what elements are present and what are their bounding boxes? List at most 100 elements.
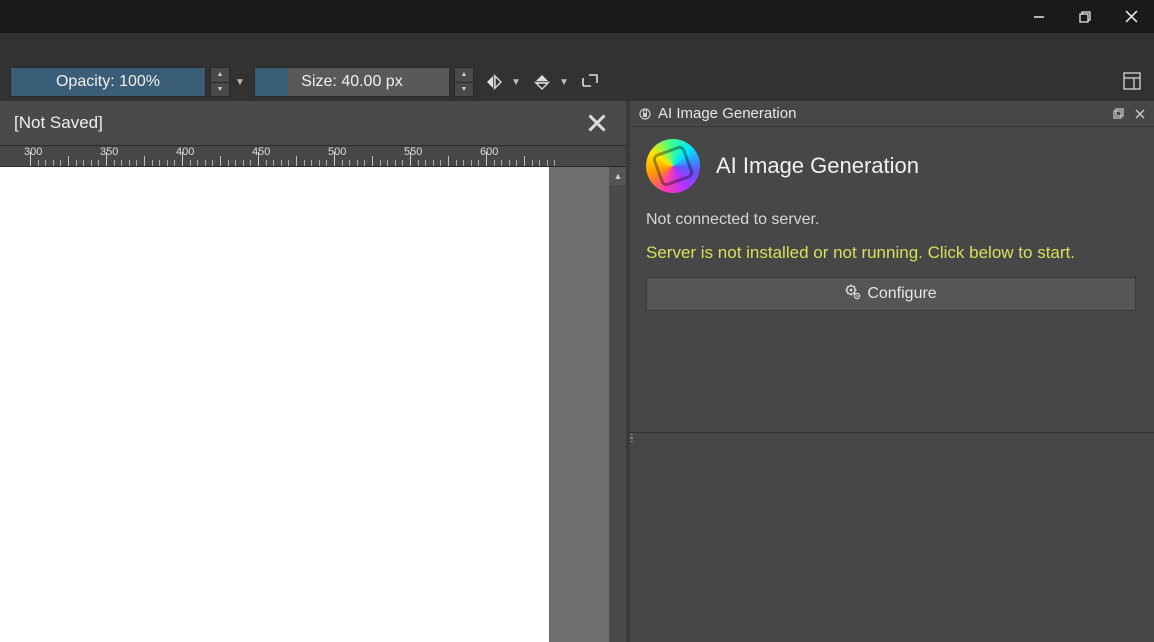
ruler-tick-minor: [532, 160, 533, 166]
ruler-tick-minor: [319, 160, 320, 166]
main-area: [Not Saved] 300350400450500550600 ▲ AI I…: [0, 101, 1154, 642]
configure-button[interactable]: Configure: [646, 277, 1136, 311]
ruler-tick-minor: [539, 160, 540, 166]
chevron-up-icon: ▲: [454, 67, 474, 82]
scroll-track[interactable]: [609, 185, 627, 642]
panel-title: AI Image Generation: [658, 105, 1104, 122]
wrap-mode-icon[interactable]: [578, 70, 602, 94]
ruler-tick-mid: [68, 156, 69, 166]
size-label: Size: 40.00 px: [301, 73, 402, 91]
ruler-tick-minor: [91, 160, 92, 166]
canvas-viewport[interactable]: ▲: [0, 167, 627, 642]
workspace-switcher-icon[interactable]: [1120, 69, 1144, 93]
ruler-tick-minor: [83, 160, 84, 166]
minimize-button[interactable]: [1016, 0, 1062, 33]
ruler-tick-minor: [304, 160, 305, 166]
ruler-tick-mid: [296, 156, 297, 166]
panel-drag-handle[interactable]: [630, 434, 638, 442]
ruler-tick-minor: [387, 160, 388, 166]
ruler-tick-minor: [167, 160, 168, 166]
scroll-up-icon[interactable]: ▲: [609, 167, 627, 185]
ruler-tick-minor: [463, 160, 464, 166]
lower-docker-empty: [628, 432, 1154, 642]
mirror-h-dropdown[interactable]: ▼: [510, 77, 522, 88]
vertical-scrollbar[interactable]: ▲: [609, 167, 627, 642]
ruler-tick-label: 400: [176, 146, 194, 158]
ruler-tick-minor: [197, 160, 198, 166]
ruler-tick-minor: [53, 160, 54, 166]
ruler-tick-minor: [250, 160, 251, 166]
canvas[interactable]: [0, 167, 549, 642]
mirror-horizontal-icon[interactable]: [482, 70, 506, 94]
ruler-tick-minor: [136, 160, 137, 166]
panel-body: AI Image Generation Not connected to ser…: [628, 127, 1154, 432]
ruler-tick-minor: [129, 160, 130, 166]
connection-status-text: Not connected to server.: [646, 211, 1136, 229]
ruler-tick-minor: [159, 160, 160, 166]
ruler-tick-mid: [524, 156, 525, 166]
ruler-tick-minor: [121, 160, 122, 166]
right-docker: AI Image Generation AI Image Generation …: [627, 101, 1154, 642]
titlebar: [0, 0, 1154, 33]
ruler-tick-label: 600: [480, 146, 498, 158]
menubar-area: [0, 33, 1154, 63]
ruler-tick-minor: [364, 160, 365, 166]
ruler-tick-minor: [456, 160, 457, 166]
ruler-tick-minor: [98, 160, 99, 166]
opacity-dropdown[interactable]: ▼: [234, 77, 246, 88]
ruler-tick-minor: [418, 160, 419, 166]
ruler-tick-minor: [288, 160, 289, 166]
ruler-tick-minor: [501, 160, 502, 166]
opacity-slider[interactable]: Opacity: 100%: [10, 67, 206, 97]
close-window-button[interactable]: [1108, 0, 1154, 33]
ruler-tick-minor: [326, 160, 327, 166]
size-spinner[interactable]: ▲ ▼: [454, 67, 474, 97]
ai-generation-icon: [646, 139, 700, 193]
ruler-tick-minor: [205, 160, 206, 166]
configure-button-label: Configure: [867, 285, 936, 303]
ruler-tick-minor: [174, 160, 175, 166]
tool-options-bar: Opacity: 100% ▲ ▼ ▼ Size: 40.00 px ▲ ▼ ▼…: [0, 63, 1154, 101]
close-document-button[interactable]: [583, 109, 611, 137]
size-slider[interactable]: Size: 40.00 px: [254, 67, 450, 97]
panel-header[interactable]: AI Image Generation: [628, 101, 1154, 127]
ruler-tick-minor: [547, 160, 548, 166]
gear-icon: [845, 284, 861, 305]
ruler-tick-label: 350: [100, 146, 118, 158]
maximize-button[interactable]: [1062, 0, 1108, 33]
ruler-tick-mid: [220, 156, 221, 166]
ruler-tick-minor: [554, 160, 555, 166]
ruler-tick-minor: [228, 160, 229, 166]
ruler-tick-minor: [281, 160, 282, 166]
ruler-tick-minor: [76, 160, 77, 166]
ruler-tick-minor: [266, 160, 267, 166]
ruler-tick-minor: [273, 160, 274, 166]
ruler-tick-minor: [45, 160, 46, 166]
ruler-tick-minor: [395, 160, 396, 166]
horizontal-ruler[interactable]: 300350400450500550600: [0, 145, 627, 167]
canvas-gutter: ▲: [549, 167, 627, 642]
ruler-tick-minor: [38, 160, 39, 166]
ruler-tick-minor: [471, 160, 472, 166]
mirror-vertical-icon[interactable]: [530, 70, 554, 94]
mirror-v-dropdown[interactable]: ▼: [558, 77, 570, 88]
lock-icon: [638, 107, 652, 121]
ruler-tick-minor: [235, 160, 236, 166]
ruler-tick-minor: [380, 160, 381, 166]
ruler-tick-minor: [114, 160, 115, 166]
ruler-tick-minor: [425, 160, 426, 166]
document-tab-label[interactable]: [Not Saved]: [14, 113, 103, 133]
document-area: [Not Saved] 300350400450500550600 ▲: [0, 101, 627, 642]
opacity-spinner[interactable]: ▲ ▼: [210, 67, 230, 97]
ruler-tick-mid: [372, 156, 373, 166]
panel-hero: AI Image Generation: [646, 139, 1136, 193]
close-panel-button[interactable]: [1132, 106, 1148, 122]
ruler-tick-minor: [190, 160, 191, 166]
ruler-tick-label: 450: [252, 146, 270, 158]
ruler-tick-minor: [152, 160, 153, 166]
document-tabbar: [Not Saved]: [0, 101, 627, 145]
ruler-tick-minor: [478, 160, 479, 166]
float-panel-button[interactable]: [1110, 106, 1126, 122]
ruler-tick-minor: [494, 160, 495, 166]
ruler-tick-minor: [509, 160, 510, 166]
